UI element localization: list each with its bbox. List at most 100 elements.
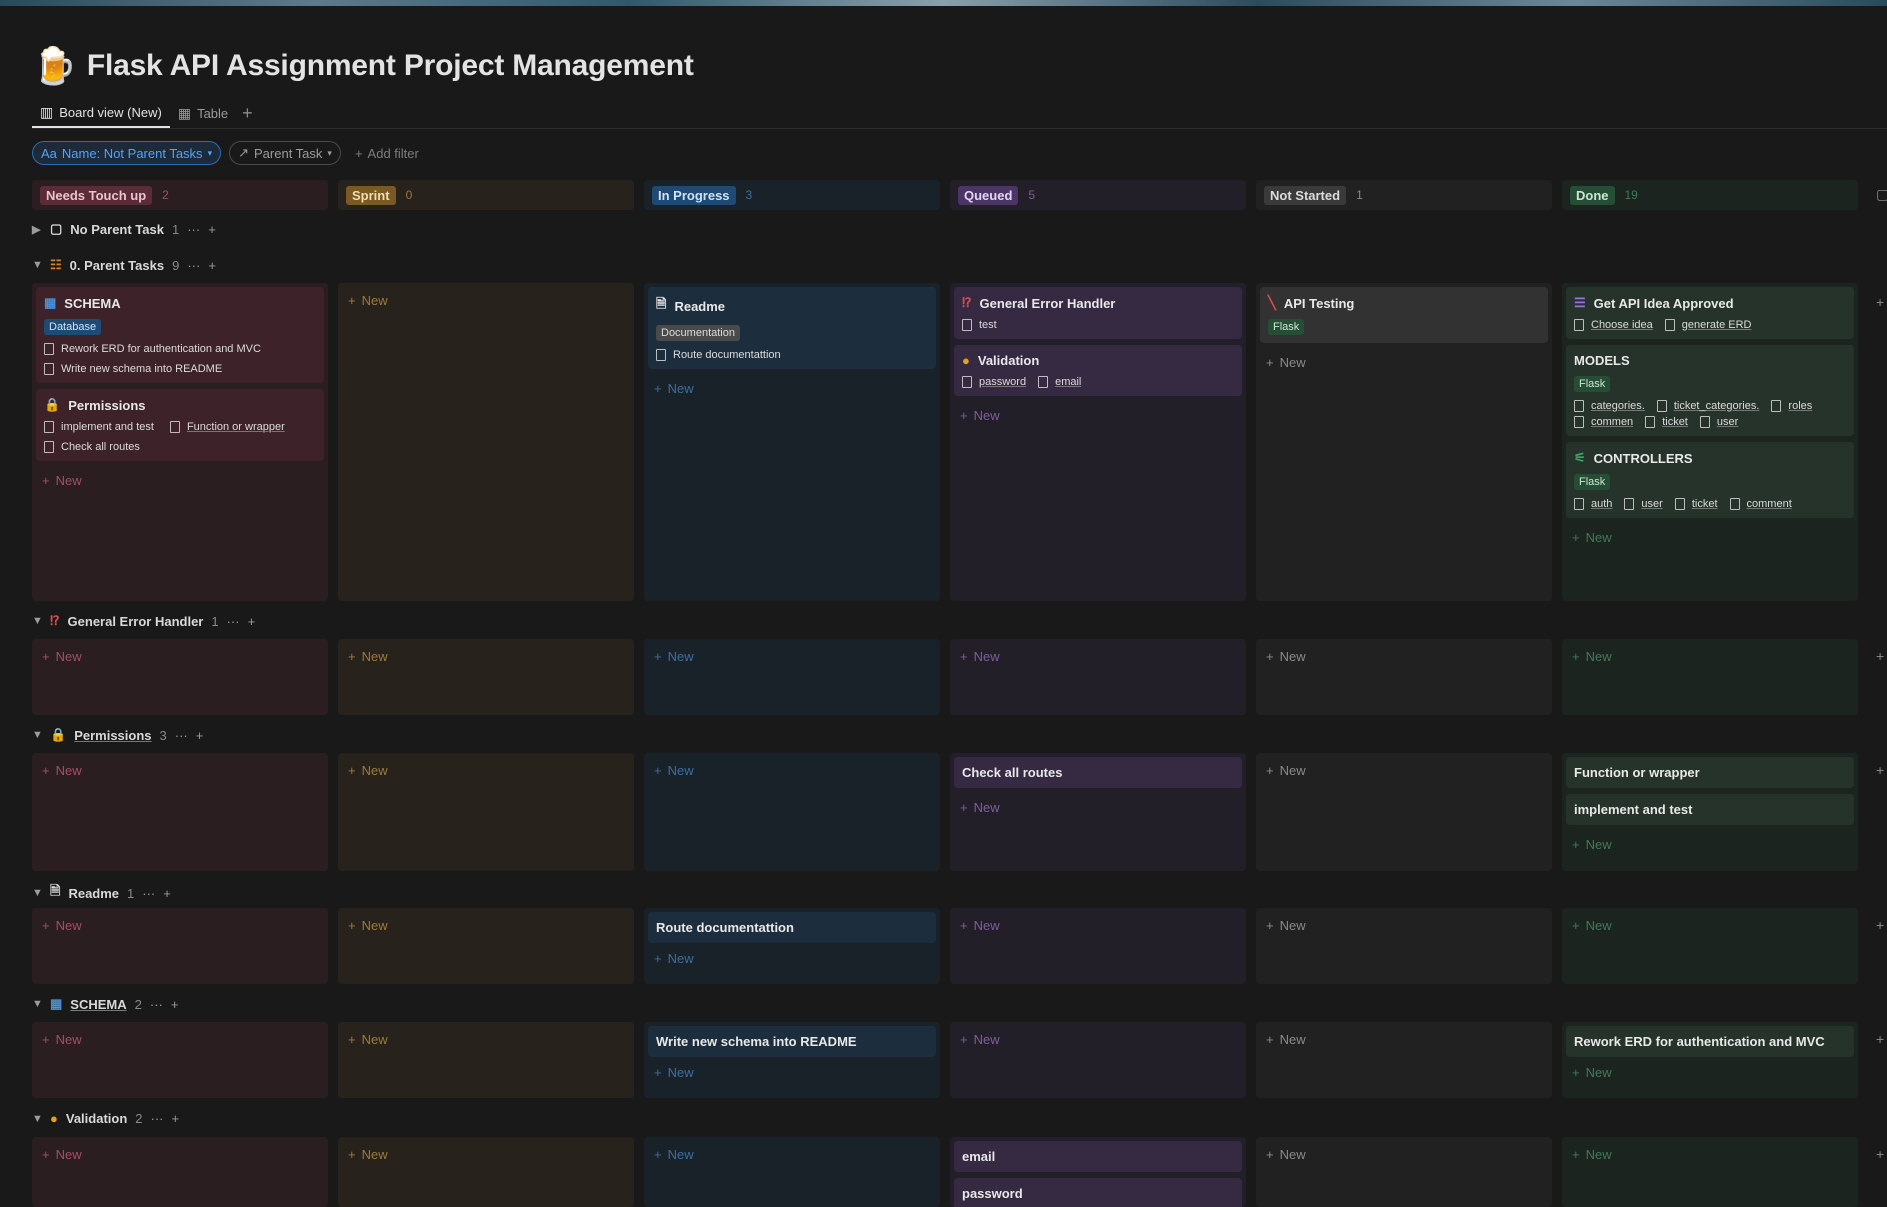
sub-item[interactable]: ticket_categories. xyxy=(1674,400,1760,412)
new-card-button[interactable]: + New xyxy=(342,1026,630,1053)
sub-item[interactable]: Route documentattion xyxy=(673,349,781,361)
column-header-needs-touch-up[interactable]: Needs Touch up 2 xyxy=(32,180,328,210)
task-card-implement-and-test[interactable]: implement and test xyxy=(1566,794,1854,825)
plus-icon[interactable]: + xyxy=(1876,648,1884,664)
new-card-button[interactable]: + New xyxy=(342,757,630,784)
new-card-button[interactable]: + New xyxy=(342,912,630,939)
new-card-button[interactable]: + New xyxy=(954,912,1242,939)
sub-item[interactable]: roles xyxy=(1788,400,1812,412)
sub-item[interactable]: auth xyxy=(1591,498,1612,510)
more-icon[interactable]: ··· xyxy=(150,997,163,1012)
sub-item[interactable]: Check all routes xyxy=(61,441,140,453)
sub-item[interactable]: ticket xyxy=(1692,498,1718,510)
new-card-button[interactable]: + New xyxy=(1566,643,1854,670)
new-card-button[interactable]: + New xyxy=(1566,912,1854,939)
column-header-sprint[interactable]: Sprint 0 xyxy=(338,180,634,210)
more-icon[interactable]: ··· xyxy=(187,222,200,237)
tab-table[interactable]: ▦ Table xyxy=(170,98,236,128)
group-no-parent-task[interactable]: ▶ ▢ No Parent Task 1 ··· + xyxy=(32,221,216,237)
name-filter-chip[interactable]: Aa Name: Not Parent Tasks ▾ xyxy=(32,141,222,165)
task-card-permissions[interactable]: 🔒 Permissions implement and test Function … xyxy=(36,389,324,461)
new-card-button[interactable]: + New xyxy=(36,912,324,939)
new-card-button[interactable]: + New xyxy=(1566,1063,1854,1086)
sub-item[interactable]: comment xyxy=(1747,498,1792,510)
new-card-button[interactable]: + New xyxy=(954,643,1242,670)
sub-item[interactable]: user xyxy=(1641,498,1662,510)
new-card-button[interactable]: + New xyxy=(648,375,936,402)
new-card-button[interactable]: + New xyxy=(1566,524,1854,551)
sub-item[interactable]: Function or wrapper xyxy=(187,421,285,433)
hidden-column-icon[interactable]: ▢ xyxy=(1876,186,1887,203)
new-card-button[interactable]: + New xyxy=(36,467,324,494)
caret-down-icon[interactable]: ▼ xyxy=(32,259,43,271)
new-card-button[interactable]: + New xyxy=(36,757,324,784)
task-card-get-api-idea[interactable]: ☰ Get API Idea Approved Choose idea genera… xyxy=(1566,287,1854,339)
column-header-not-started[interactable]: Not Started 1 xyxy=(1256,180,1552,210)
plus-icon[interactable]: + xyxy=(208,222,216,237)
new-card-button[interactable]: + New xyxy=(1260,1141,1548,1168)
new-card-button[interactable]: + New xyxy=(954,1026,1242,1053)
more-icon[interactable]: ··· xyxy=(227,614,240,629)
task-card-rework-erd[interactable]: Rework ERD for authentication and MVC xyxy=(1566,1026,1854,1057)
task-card-general-error-handler[interactable]: ⁉ General Error Handler test xyxy=(954,287,1242,339)
task-card-email[interactable]: email xyxy=(954,1141,1242,1172)
plus-icon[interactable]: + xyxy=(196,728,204,743)
new-card-button[interactable]: + New xyxy=(342,287,630,314)
group-general-error-handler[interactable]: ▼ ⁉ General Error Handler 1 ··· + xyxy=(32,613,255,629)
caret-down-icon[interactable]: ▼ xyxy=(32,729,43,741)
new-card-button[interactable]: + New xyxy=(1260,349,1548,376)
new-card-button[interactable]: + New xyxy=(1260,912,1548,939)
sub-item[interactable]: Write new schema into README xyxy=(61,363,222,375)
new-card-button[interactable]: + New xyxy=(648,1063,936,1086)
sub-item[interactable]: ticket xyxy=(1662,416,1688,428)
sub-item[interactable]: email xyxy=(1055,376,1081,388)
sub-item[interactable]: implement and test xyxy=(61,421,154,433)
task-card-schema[interactable]: ▦ SCHEMA Database Rework ERD for authenti… xyxy=(36,287,324,383)
task-card-validation[interactable]: ● Validation password email xyxy=(954,345,1242,396)
column-header-done[interactable]: Done 19 xyxy=(1562,180,1858,210)
caret-down-icon[interactable]: ▼ xyxy=(32,615,43,627)
new-card-button[interactable]: + New xyxy=(1260,1026,1548,1053)
plus-icon[interactable]: + xyxy=(171,997,179,1012)
task-card-check-all-routes[interactable]: Check all routes xyxy=(954,757,1242,788)
group-permissions[interactable]: ▼ 🔒 Permissions 3 ··· + xyxy=(32,727,203,743)
sub-item[interactable]: Choose idea xyxy=(1591,319,1653,331)
plus-icon[interactable]: + xyxy=(163,886,171,901)
add-view-plus-icon[interactable]: + xyxy=(236,103,259,124)
more-icon[interactable]: ··· xyxy=(151,1111,164,1126)
new-card-button[interactable]: + New xyxy=(954,402,1242,429)
task-card-password[interactable]: password xyxy=(954,1178,1242,1207)
group-parent-tasks[interactable]: ▼ ☷ 0. Parent Tasks 9 ··· + xyxy=(32,257,216,273)
sub-item[interactable]: Rework ERD for authentication and MVC xyxy=(61,343,261,355)
new-card-button[interactable]: + New xyxy=(954,794,1242,821)
new-card-button[interactable]: + New xyxy=(342,1141,630,1168)
page-title[interactable]: Flask API Assignment Project Management xyxy=(87,49,694,83)
task-card-api-testing[interactable]: ╲ API Testing Flask xyxy=(1260,287,1548,343)
sub-item[interactable]: categories. xyxy=(1591,400,1645,412)
more-icon[interactable]: ··· xyxy=(187,258,200,273)
more-icon[interactable]: ··· xyxy=(142,886,155,901)
sub-item[interactable]: commen xyxy=(1591,416,1633,428)
add-filter-button[interactable]: + Add filter xyxy=(349,146,425,161)
sub-item[interactable]: generate ERD xyxy=(1682,319,1752,331)
task-card-controllers[interactable]: ⚟ CONTROLLERS Flask auth user ticket comment xyxy=(1566,442,1854,518)
new-card-button[interactable]: + New xyxy=(1566,831,1854,858)
new-card-button[interactable]: + New xyxy=(648,757,936,784)
task-card-write-new-schema[interactable]: Write new schema into README xyxy=(648,1026,936,1057)
sub-item[interactable]: password xyxy=(979,376,1026,388)
caret-right-icon[interactable]: ▶ xyxy=(32,223,42,236)
new-card-button[interactable]: + New xyxy=(648,1141,936,1168)
new-card-button[interactable]: + New xyxy=(36,1026,324,1053)
plus-icon[interactable]: + xyxy=(248,614,256,629)
plus-icon[interactable]: + xyxy=(1876,917,1884,933)
new-card-button[interactable]: + New xyxy=(1260,757,1548,784)
group-validation[interactable]: ▼ ● Validation 2 ··· + xyxy=(32,1111,179,1126)
task-card-models[interactable]: MODELS Flask categories. ticket_categorie… xyxy=(1566,345,1854,436)
plus-icon[interactable]: + xyxy=(208,258,216,273)
task-card-function-or-wrapper[interactable]: Function or wrapper xyxy=(1566,757,1854,788)
plus-icon[interactable]: + xyxy=(172,1111,180,1126)
group-readme[interactable]: ▼ 🗎 Readme 1 ··· + xyxy=(32,882,171,904)
more-icon[interactable]: ··· xyxy=(175,728,188,743)
column-header-in-progress[interactable]: In Progress 3 xyxy=(644,180,940,210)
new-card-button[interactable]: + New xyxy=(36,643,324,670)
